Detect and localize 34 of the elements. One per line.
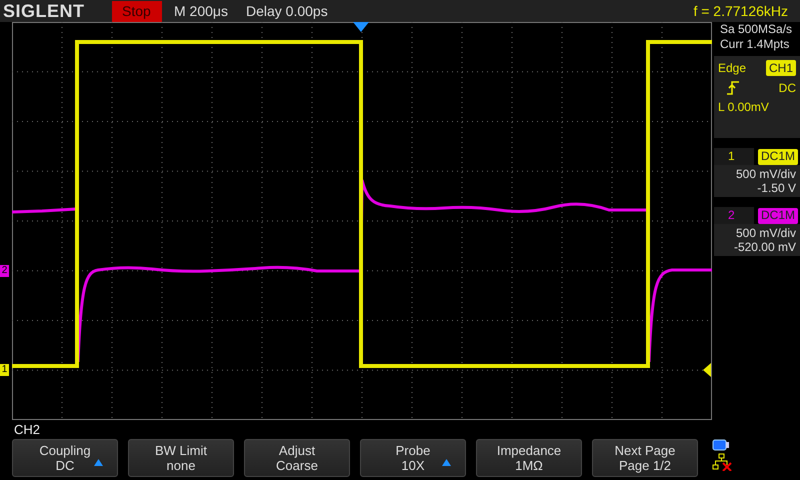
vertical-offset: -1.50 V xyxy=(757,181,796,195)
vertical-scale: 500 mV/div xyxy=(736,167,796,181)
coupling-badge: DC1M xyxy=(758,149,798,165)
softkey-button[interactable]: Impedance 1MΩ xyxy=(476,439,582,477)
channel-number[interactable]: 1 xyxy=(714,148,754,165)
softkey-button[interactable]: BW Limit none xyxy=(128,439,234,477)
channel-number[interactable]: 2 xyxy=(714,207,754,224)
network-disconnected-icon xyxy=(712,453,732,471)
trigger-level-icon[interactable] xyxy=(703,363,711,377)
brand-logo: SIGLENT xyxy=(3,0,86,22)
coupling-badge: DC1M xyxy=(758,208,798,224)
frequency-readout: f = 2.77126kHz xyxy=(693,3,788,19)
channel-marker[interactable]: 2 xyxy=(0,265,9,277)
vertical-scale: 500 mV/div xyxy=(736,226,796,240)
memory-depth: Curr 1.4Mpts xyxy=(719,37,790,52)
trigger-type: Edge xyxy=(718,61,746,75)
trigger-delay: Delay 0.00ps xyxy=(246,3,328,19)
channel-panel[interactable]: 500 mV/div -1.50 V xyxy=(714,165,800,197)
rising-edge-icon xyxy=(726,81,740,95)
timebase: M 200μs xyxy=(174,3,228,19)
sample-rate: Sa 500MSa/s xyxy=(719,22,794,37)
channel-panel[interactable]: 500 mV/div -520.00 mV xyxy=(714,224,800,256)
softkey-button[interactable]: Adjust Coarse xyxy=(244,439,350,477)
menu-title: CH2 xyxy=(13,422,40,438)
trigger-source: CH1 xyxy=(766,60,796,76)
trigger-coupling: DC xyxy=(778,81,796,95)
vertical-offset: -520.00 mV xyxy=(734,240,796,254)
trigger-level: L 0.00mV xyxy=(718,100,770,114)
softkey-button[interactable]: Next Page Page 1/2 xyxy=(592,439,698,477)
trigger-panel[interactable]: Edge CH1 DC L 0.00mV xyxy=(714,56,800,138)
softkey-button[interactable]: Probe 10X xyxy=(360,439,466,477)
softkey-button[interactable]: Coupling DC xyxy=(12,439,118,477)
channel-marker[interactable]: 1 xyxy=(0,364,9,376)
usb-device-icon xyxy=(712,439,730,451)
